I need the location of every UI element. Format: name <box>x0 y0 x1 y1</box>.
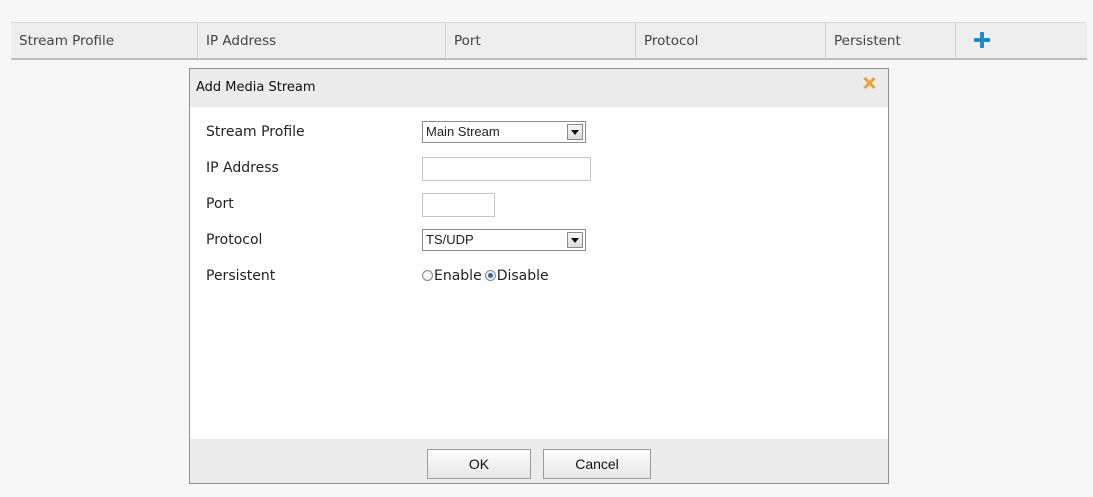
dialog-footer: OK Cancel <box>190 439 888 483</box>
ok-button[interactable]: OK <box>427 449 531 479</box>
dialog-title: Add Media Stream <box>196 80 316 95</box>
port-row: Port <box>206 191 866 217</box>
column-header-add <box>955 23 1087 59</box>
chevron-down-icon[interactable] <box>567 232 583 248</box>
add-media-stream-dialog: Add Media Stream Stream Profile Main Str… <box>189 68 889 484</box>
persistent-radio-group: Enable Disable <box>422 263 552 289</box>
cancel-button[interactable]: Cancel <box>543 449 651 479</box>
ip-address-row: IP Address <box>206 155 866 181</box>
ip-address-label: IP Address <box>206 160 279 176</box>
stream-profile-value: Main Stream <box>426 124 500 139</box>
dialog-header: Add Media Stream <box>190 69 888 107</box>
persistent-label: Persistent <box>206 268 276 284</box>
stream-profile-row: Stream Profile Main Stream <box>206 119 866 145</box>
chevron-down-icon[interactable] <box>567 124 583 140</box>
enable-radio[interactable] <box>422 270 433 281</box>
close-icon[interactable] <box>862 76 876 90</box>
protocol-label: Protocol <box>206 232 263 248</box>
column-header-ip-address: IP Address <box>197 23 445 59</box>
column-header-port: Port <box>445 23 635 59</box>
port-input[interactable] <box>422 193 495 217</box>
stream-profile-label: Stream Profile <box>206 124 305 140</box>
ip-address-input[interactable] <box>422 157 591 181</box>
column-header-stream-profile: Stream Profile <box>19 33 115 49</box>
media-stream-page: Stream Profile IP Address Port Protocol … <box>0 0 1093 497</box>
enable-radio-label[interactable]: Enable <box>434 268 482 284</box>
column-header-persistent: Persistent <box>825 23 955 59</box>
disable-radio[interactable] <box>484 270 496 281</box>
protocol-row: Protocol TS/UDP <box>206 227 866 253</box>
protocol-value: TS/UDP <box>426 232 474 247</box>
plus-icon[interactable] <box>974 32 990 48</box>
table-header: Stream Profile IP Address Port Protocol … <box>11 22 1087 60</box>
disable-radio-label[interactable]: Disable <box>497 268 549 284</box>
persistent-row: Persistent Enable Disable <box>206 263 866 289</box>
port-label: Port <box>206 196 234 212</box>
stream-profile-select[interactable]: Main Stream <box>422 121 586 143</box>
column-header-protocol: Protocol <box>635 23 825 59</box>
protocol-select[interactable]: TS/UDP <box>422 229 586 251</box>
